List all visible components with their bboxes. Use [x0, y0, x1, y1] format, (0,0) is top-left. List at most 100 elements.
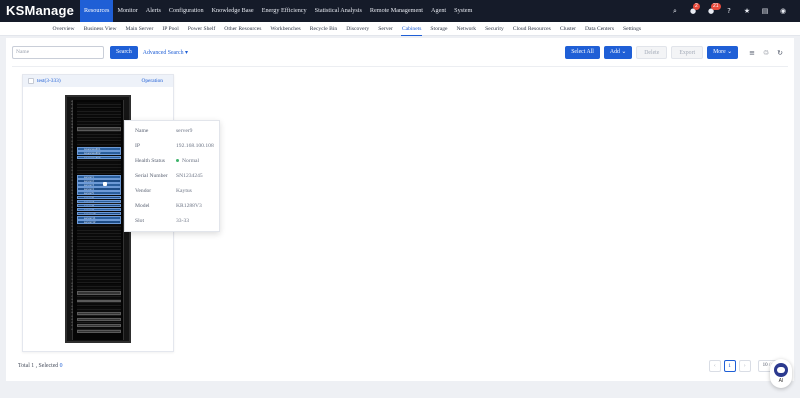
tab-server[interactable]: Server — [374, 22, 398, 36]
rack-power-unit[interactable]: powerwall01 — [77, 147, 121, 151]
topnav-item-alerts[interactable]: Alerts — [142, 0, 165, 22]
rack-unit-number: 20 — [70, 227, 73, 229]
tab-overview[interactable]: Overview — [48, 22, 79, 36]
rack-power-unit[interactable]: powerwall03 — [77, 155, 121, 160]
cabinet-checkbox[interactable] — [28, 78, 34, 84]
tab-recycle-bin[interactable]: Recycle Bin — [305, 22, 342, 36]
refresh-icon[interactable]: ↻ — [776, 49, 784, 57]
rack-unit-number: 32 — [70, 161, 73, 163]
tab-discovery[interactable]: Discovery — [342, 22, 374, 36]
rack-server[interactable]: server11 — [77, 216, 121, 220]
user-icon[interactable]: ◉ — [774, 0, 792, 22]
rack-unit-number: 21 — [70, 220, 73, 222]
rack-server[interactable]: server5 — [77, 191, 121, 195]
rack-server[interactable]: server1 — [77, 175, 121, 179]
rack-unit-number: 09 — [70, 286, 73, 288]
page-button-current[interactable]: 1 — [723, 360, 736, 372]
topnav-item-statistical-analysis[interactable]: Statistical Analysis — [311, 0, 366, 22]
rack-unit-number: 39 — [70, 118, 73, 120]
main-menu: Resources Monitor Alerts Configuration Knowl… — [80, 0, 476, 22]
tab-ip-pool[interactable]: IP Pool — [158, 22, 183, 36]
ai-assistant-button[interactable]: AI — [770, 359, 792, 388]
rack-unit-number: 27 — [70, 184, 73, 186]
search-icon[interactable]: ⌕ — [666, 0, 684, 22]
rack-device-panel[interactable] — [77, 318, 121, 321]
topnav-item-configuration[interactable]: Configuration — [165, 0, 208, 22]
alarm-icon[interactable]: ● 21 — [702, 0, 721, 22]
tab-business-view[interactable]: Business View — [79, 22, 121, 36]
tab-settings[interactable]: Settings — [619, 22, 646, 36]
rack-device-panel[interactable] — [77, 324, 121, 327]
rack-server[interactable]: server3 — [77, 183, 121, 187]
rack-server[interactable]: server10 — [77, 211, 121, 216]
cabinet-title[interactable]: test(3-333) — [37, 75, 61, 87]
task-icon[interactable]: ▤ — [756, 0, 774, 22]
rack-server[interactable]: server8 — [77, 203, 121, 208]
tab-cluster[interactable]: Cluster — [555, 22, 580, 36]
topnav-item-remote-management[interactable]: Remote Management — [366, 0, 427, 22]
tab-workbenches[interactable]: Workbenches — [266, 22, 305, 36]
app-logo[interactable]: KSManage — [6, 3, 74, 18]
rack-server[interactable]: server7 — [77, 199, 121, 204]
add-button[interactable]: Add ⌄ — [603, 46, 633, 59]
total-text: Total 1 , Selected — [18, 363, 59, 369]
popup-value: SN1234245 — [176, 173, 203, 179]
rack-server[interactable]: server2 — [77, 179, 121, 183]
rack-unit-number: 13 — [70, 263, 73, 265]
rack-device-panel[interactable] — [77, 300, 121, 302]
topnav-item-system[interactable]: System — [450, 0, 476, 22]
chevron-down-icon: ⌄ — [621, 49, 627, 55]
rack-unit-number: 06 — [70, 300, 73, 301]
recycle-icon[interactable]: ♲ — [762, 49, 770, 57]
tab-main-server[interactable]: Main Server — [121, 22, 158, 36]
rack-device-panel[interactable] — [77, 312, 121, 315]
rack-unit-number: 02 — [70, 326, 73, 328]
topnav-item-monitor[interactable]: Monitor — [113, 0, 141, 22]
popup-label: Model — [135, 203, 150, 209]
tab-data-centers[interactable]: Data Centers — [581, 22, 619, 36]
device-info-popup: Name server9 IP 192.168.100.108 Health Statu… — [124, 120, 220, 232]
more-button[interactable]: More ⌄ — [707, 46, 738, 59]
rack-power-unit[interactable]: powerwall02 — [77, 151, 121, 155]
rack-unit-number: 01 — [70, 329, 73, 331]
rack-unit-number: 14 — [70, 257, 73, 259]
tab-cabinets[interactable]: Cabinets — [397, 22, 426, 36]
rack-device-panel[interactable] — [77, 330, 121, 333]
topnav-item-energy-efficiency[interactable]: Energy Efficiency — [258, 0, 311, 22]
select-all-button[interactable]: Select All — [565, 46, 600, 59]
rack-unit-number: 30 — [70, 168, 73, 169]
name-search-input[interactable]: Name — [12, 46, 104, 59]
topnav-item-knowledge-base[interactable]: Knowledge Base — [208, 0, 258, 22]
delete-button[interactable]: Delete — [636, 46, 668, 59]
next-page-button[interactable]: › — [738, 360, 751, 372]
rack-server[interactable]: server12 — [77, 220, 121, 224]
tab-network[interactable]: Network — [452, 22, 481, 36]
rack-diagram: 42 42 41 41 40 39 39 38 38 37 36 36 35 35 34 33 33 32 32 31… — [65, 95, 131, 343]
tab-security[interactable]: Security — [481, 22, 509, 36]
popup-label: Vendor — [135, 188, 152, 194]
star-icon[interactable]: ★ — [738, 0, 756, 22]
rack-unit-number: 12 — [70, 270, 73, 272]
tab-power-shelf[interactable]: Power Shelf — [183, 22, 220, 36]
tab-storage[interactable]: Storage — [426, 22, 452, 36]
topnav-item-resources[interactable]: Resources — [80, 0, 114, 22]
operation-link[interactable]: Operation — [141, 75, 163, 87]
tab-other-resources[interactable]: Other Resources — [220, 22, 266, 36]
search-button[interactable]: Search — [110, 46, 138, 59]
prev-page-button[interactable]: ‹ — [708, 360, 721, 372]
rack-server[interactable]: server9 — [77, 207, 121, 212]
rack-device-panel[interactable] — [77, 127, 121, 131]
cabinet-card-header: test(3-333) Operation — [23, 75, 173, 87]
tab-cloud-resources[interactable]: Cloud Resources — [508, 22, 555, 36]
topnav-item-agent[interactable]: Agent — [427, 0, 450, 22]
rack-device-panel[interactable] — [77, 291, 121, 295]
rack-server[interactable]: server4 — [77, 187, 121, 191]
rack-server[interactable]: server6 — [77, 195, 121, 200]
help-icon[interactable]: ? — [720, 0, 738, 22]
list-view-icon[interactable]: ≡ — [748, 49, 756, 57]
advanced-search-link[interactable]: Advanced Search ▾ — [143, 50, 188, 56]
message-icon[interactable]: ● 2 — [684, 0, 702, 22]
rack-unit-number: 26 — [70, 191, 73, 193]
export-button[interactable]: Export — [671, 46, 704, 59]
ai-assistant-icon — [774, 363, 788, 377]
